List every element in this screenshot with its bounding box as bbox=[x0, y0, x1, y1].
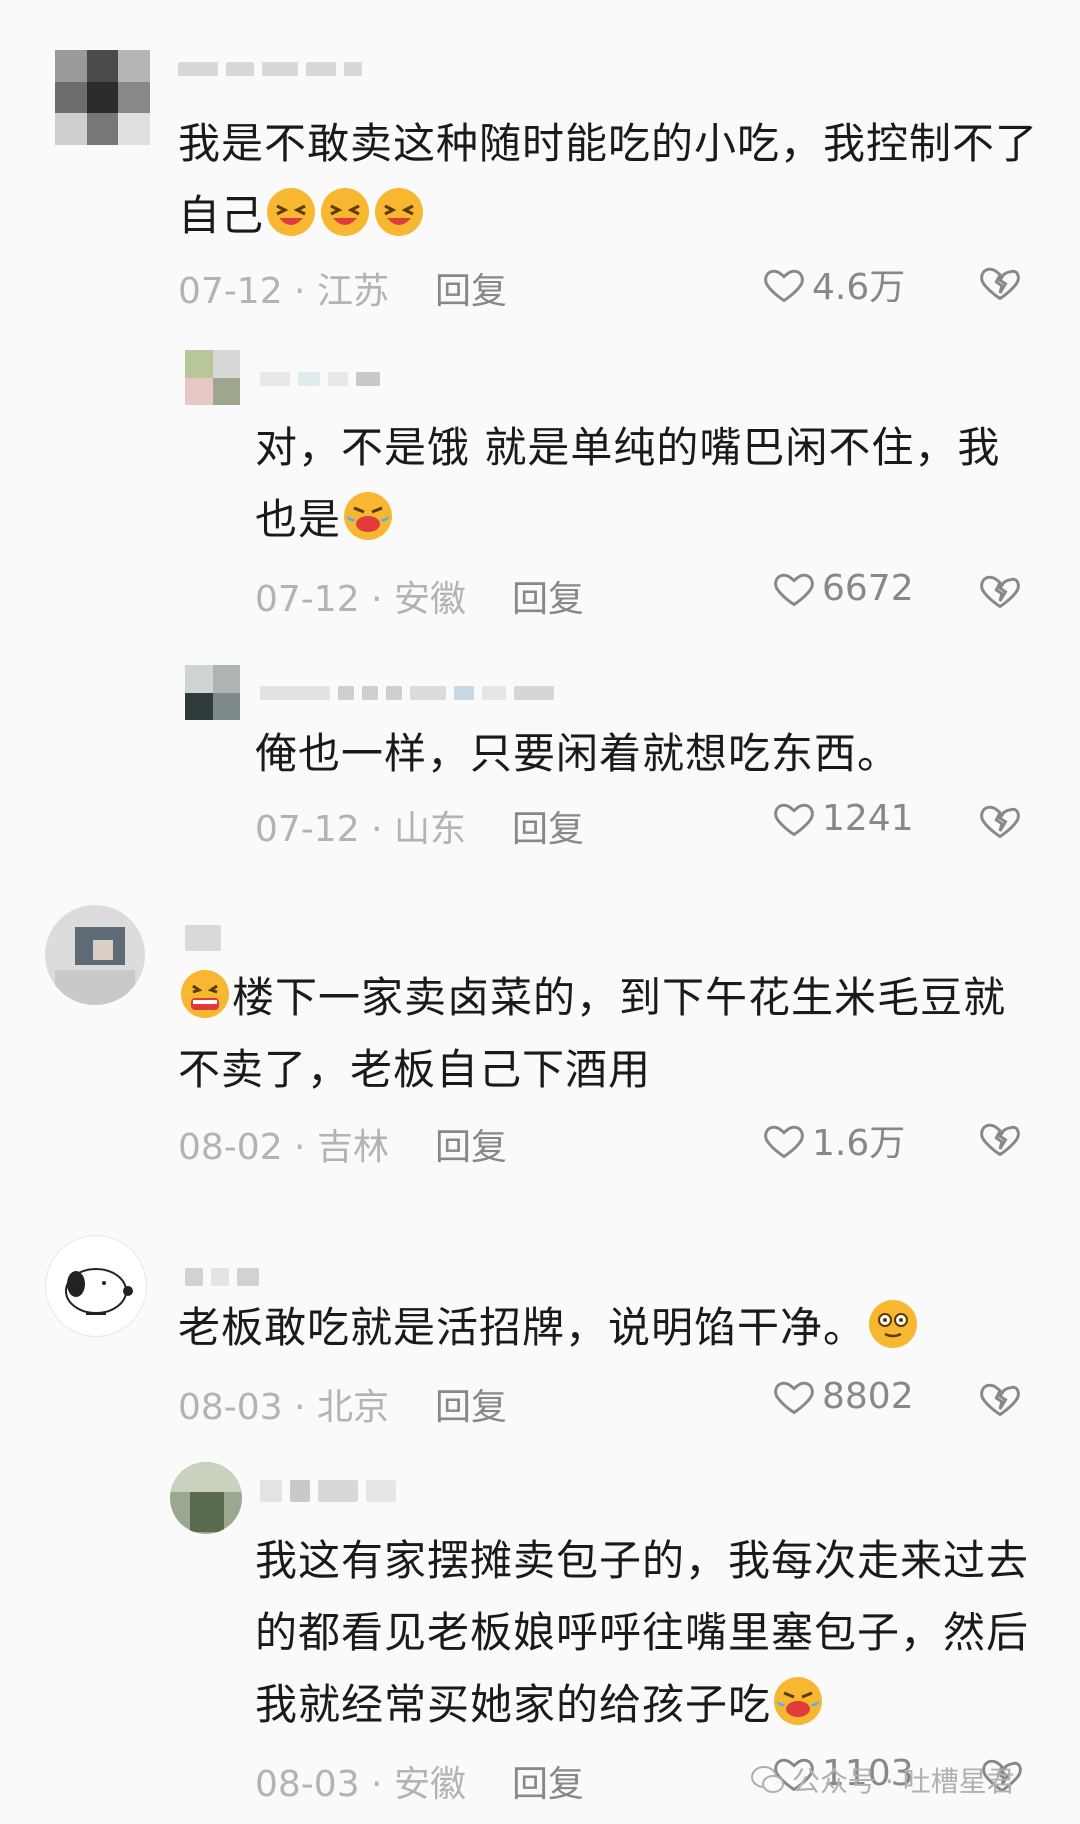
dizzy-face-emoji bbox=[869, 1300, 918, 1348]
comment-line: 楼下一家卖卤菜的，到下午花生米毛豆就 bbox=[232, 973, 1007, 1022]
broken-heart-icon[interactable] bbox=[978, 798, 1022, 842]
comment-line: 我是不敢卖这种随时能吃的小吃，我控制不了 bbox=[178, 119, 1039, 168]
broken-heart-icon[interactable] bbox=[978, 1376, 1022, 1420]
heart-icon bbox=[764, 1125, 804, 1159]
snoopy-icon bbox=[65, 1268, 133, 1315]
username-blurred[interactable] bbox=[185, 925, 221, 951]
comment-line: 不卖了，老板自己下酒用 bbox=[178, 1045, 652, 1094]
username-blurred[interactable] bbox=[185, 1268, 259, 1286]
comment-thread: 我是不敢卖这种随时能吃的小吃，我控制不了 自己 07-12 · 江苏 回复 4.… bbox=[0, 0, 1080, 1824]
avatar[interactable] bbox=[45, 1235, 147, 1337]
avatar[interactable] bbox=[185, 665, 240, 720]
like-button[interactable]: 1.6万 bbox=[762, 1114, 905, 1166]
watermark: 公众号 · 吐槽星君 bbox=[750, 1760, 1015, 1800]
comment-text: 楼下一家卖卤菜的，到下午花生米毛豆就 不卖了，老板自己下酒用 bbox=[178, 962, 1058, 1106]
comment-line: 我就经常买她家的给孩子吃 bbox=[255, 1680, 772, 1729]
reply-button[interactable]: 回复 bbox=[512, 1755, 584, 1807]
grinning-squint-emoji bbox=[267, 188, 316, 236]
like-count: 6672 bbox=[822, 567, 914, 609]
comment-text: 老板敢吃就是活招牌，说明馅干净。 bbox=[178, 1292, 1058, 1364]
comment-line: 老板敢吃就是活招牌，说明馅干净。 bbox=[178, 1303, 867, 1352]
date-location: 08-02 · 吉林 bbox=[178, 1127, 389, 1168]
comment-line: 俺也一样，只要闲着就想吃东西。 bbox=[255, 729, 901, 778]
date-location: 08-03 · 安徽 bbox=[255, 1764, 466, 1805]
date-location: 07-12 · 山东 bbox=[255, 809, 466, 850]
date-location: 07-12 · 安徽 bbox=[255, 579, 466, 620]
comment-text: 我这有家摆摊卖包子的，我每次走来过去 的都看见老板娘呼呼往嘴里塞包子，然后 我就… bbox=[255, 1525, 1055, 1741]
comment-line: 的都看见老板娘呼呼往嘴里塞包子，然后 bbox=[255, 1608, 1030, 1657]
like-count: 8802 bbox=[822, 1375, 914, 1417]
like-count: 1241 bbox=[822, 797, 914, 839]
username-blurred[interactable] bbox=[260, 686, 554, 700]
date-location: 08-03 · 北京 bbox=[178, 1387, 389, 1428]
reply-button[interactable]: 回复 bbox=[512, 800, 584, 852]
comment-meta: 07-12 · 江苏 回复 bbox=[178, 262, 507, 314]
comment-line: 我这有家摆摊卖包子的，我每次走来过去 bbox=[255, 1536, 1030, 1585]
reply-button[interactable]: 回复 bbox=[435, 262, 507, 314]
username-blurred[interactable] bbox=[260, 372, 380, 386]
heart-icon bbox=[774, 803, 814, 837]
comment-text: 我是不敢卖这种随时能吃的小吃，我控制不了 自己 bbox=[178, 108, 1058, 252]
reply-button[interactable]: 回复 bbox=[435, 1378, 507, 1430]
heart-icon bbox=[774, 1381, 814, 1415]
broken-heart-icon[interactable] bbox=[978, 1116, 1022, 1160]
comment-text: 对，不是饿 就是单纯的嘴巴闲不住，我 也是 bbox=[255, 412, 1035, 556]
reply-button[interactable]: 回复 bbox=[435, 1118, 507, 1170]
comment-meta: 08-02 · 吉林 回复 bbox=[178, 1118, 507, 1170]
comment-meta: 08-03 · 北京 回复 bbox=[178, 1378, 507, 1430]
grinning-squint-emoji bbox=[375, 188, 424, 236]
rofl-emoji bbox=[774, 1677, 823, 1725]
like-count: 4.6万 bbox=[812, 267, 906, 308]
comment-line: 自己 bbox=[178, 191, 265, 240]
avatar[interactable] bbox=[170, 1462, 242, 1534]
avatar[interactable] bbox=[55, 50, 150, 145]
reply-button[interactable]: 回复 bbox=[512, 570, 584, 622]
comment-line: 对，不是饿 就是单纯的嘴巴闲不住，我 bbox=[255, 423, 1001, 472]
username-blurred[interactable] bbox=[260, 1480, 396, 1502]
broken-heart-icon[interactable] bbox=[978, 260, 1022, 304]
like-button[interactable]: 6672 bbox=[772, 566, 914, 610]
comment-text: 俺也一样，只要闲着就想吃东西。 bbox=[255, 718, 1035, 790]
rofl-emoji bbox=[344, 492, 393, 540]
comment-meta: 07-12 · 山东 回复 bbox=[255, 800, 584, 852]
grinning-squint-emoji bbox=[321, 188, 370, 236]
broken-heart-icon[interactable] bbox=[978, 568, 1022, 612]
wechat-icon bbox=[751, 1766, 784, 1793]
avatar[interactable] bbox=[185, 350, 240, 405]
comment-meta: 07-12 · 安徽 回复 bbox=[255, 570, 584, 622]
heart-icon bbox=[764, 269, 804, 303]
username-blurred[interactable] bbox=[178, 62, 362, 76]
avatar[interactable] bbox=[45, 905, 145, 1005]
comment-meta: 08-03 · 安徽 回复 bbox=[255, 1755, 584, 1807]
comment-line: 也是 bbox=[255, 495, 342, 544]
heart-icon bbox=[774, 573, 814, 607]
drooling-emoji bbox=[181, 970, 229, 1018]
like-count: 1.6万 bbox=[812, 1123, 906, 1164]
watermark-text: 公众号 · 吐槽星君 bbox=[792, 1765, 1015, 1798]
like-button[interactable]: 4.6万 bbox=[762, 258, 905, 310]
like-button[interactable]: 8802 bbox=[772, 1374, 914, 1418]
date-location: 07-12 · 江苏 bbox=[178, 271, 389, 312]
like-button[interactable]: 1241 bbox=[772, 796, 914, 840]
